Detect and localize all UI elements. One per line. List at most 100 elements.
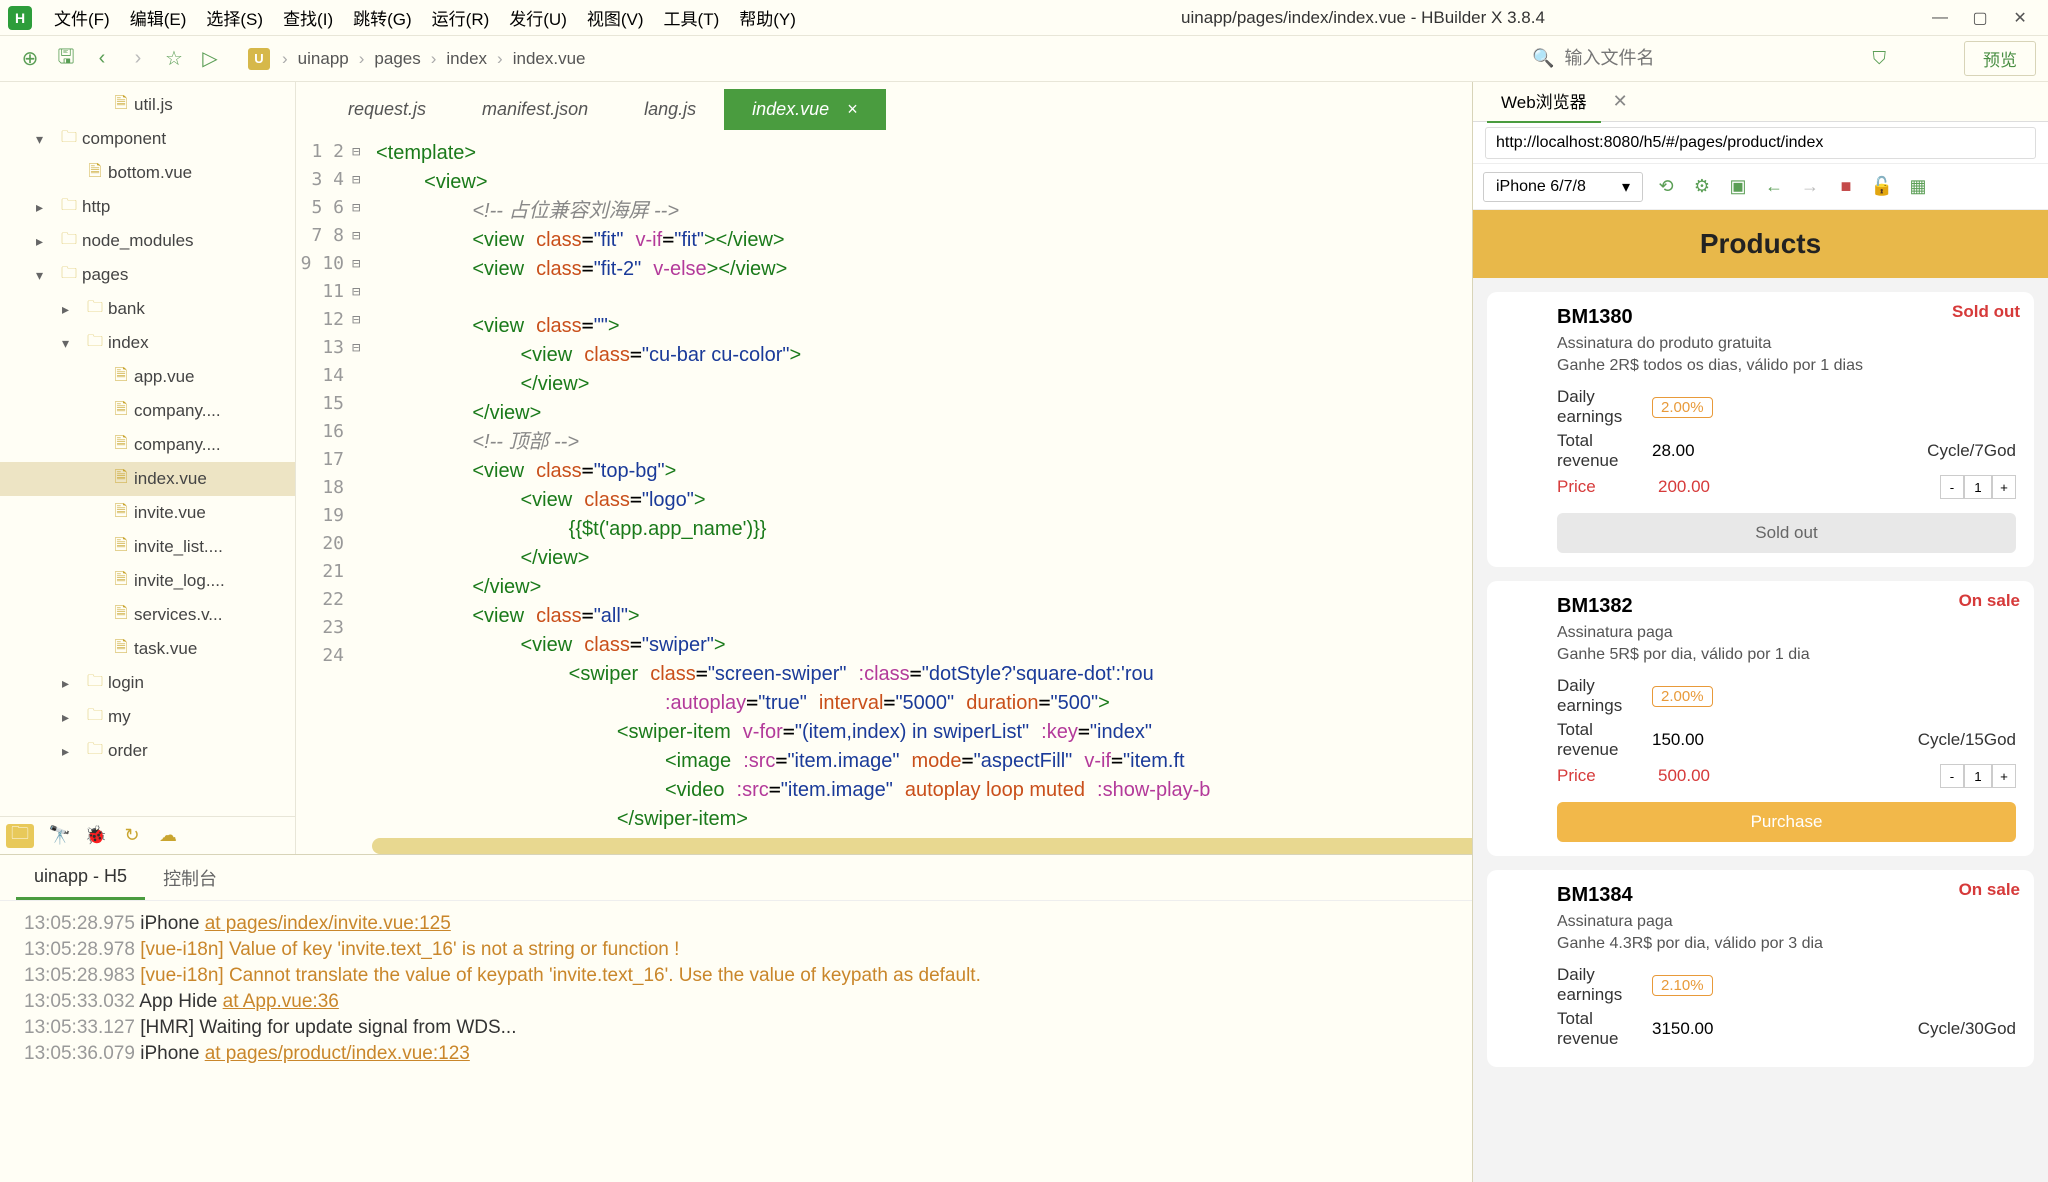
file-item[interactable]: 🗎app.vue xyxy=(0,360,295,394)
menu-help[interactable]: 帮助(Y) xyxy=(729,5,806,30)
tree-arrow-icon[interactable] xyxy=(36,233,56,250)
folder-icon: 🗀 xyxy=(56,262,82,289)
file-item[interactable]: 🗎invite.vue xyxy=(0,496,295,530)
menu-tools[interactable]: 工具(T) xyxy=(654,5,730,30)
menu-run[interactable]: 运行(R) xyxy=(422,5,500,30)
tab-manifest[interactable]: manifest.json xyxy=(454,89,616,130)
breadcrumb-item[interactable]: uinapp xyxy=(294,49,353,69)
qty-stepper[interactable]: -+ xyxy=(1940,475,2016,499)
folder-item[interactable]: 🗀my xyxy=(0,700,295,734)
breadcrumb-item[interactable]: index.vue xyxy=(509,49,590,69)
filter-icon[interactable]: ⛉ xyxy=(1873,48,1887,69)
product-badge: On sale xyxy=(1959,880,2020,900)
tree-arrow-icon[interactable] xyxy=(62,709,82,726)
chevron-down-icon: ▾ xyxy=(1622,177,1630,197)
file-item[interactable]: 🗎util.js xyxy=(0,88,295,122)
tree-arrow-icon[interactable] xyxy=(62,301,82,318)
save-icon[interactable]: 🖫 xyxy=(48,41,84,77)
preview-back-icon[interactable]: ← xyxy=(1761,176,1787,197)
tree-arrow-icon[interactable] xyxy=(62,743,82,760)
tree-arrow-icon[interactable] xyxy=(62,675,82,692)
product-action-button[interactable]: Sold out xyxy=(1557,513,2016,553)
menu-select[interactable]: 选择(S) xyxy=(196,5,273,30)
preview-tab-close-icon[interactable]: ✕ xyxy=(1613,91,1628,112)
qty-input[interactable] xyxy=(1964,475,1992,499)
maximize-button[interactable]: ▢ xyxy=(1960,8,2000,28)
new-file-icon[interactable]: ⊕ xyxy=(12,41,48,77)
qty-minus-button[interactable]: - xyxy=(1940,764,1964,788)
menu-edit[interactable]: 编辑(E) xyxy=(120,5,197,30)
fold-column[interactable]: ⊟ ⊟ ⊟ ⊟ ⊟ ⊟ ⊟ ⊟ xyxy=(352,130,372,838)
folder-item[interactable]: 🗀bank xyxy=(0,292,295,326)
file-item[interactable]: 🗎invite_list.... xyxy=(0,530,295,564)
qty-input[interactable] xyxy=(1964,764,1992,788)
lock-icon[interactable]: 🔓 xyxy=(1869,176,1895,197)
folder-item[interactable]: 🗀component xyxy=(0,122,295,156)
menu-view[interactable]: 视图(V) xyxy=(577,5,654,30)
qty-plus-button[interactable]: + xyxy=(1992,475,2016,499)
preview-tab-label[interactable]: Web浏览器 xyxy=(1487,80,1601,123)
menu-find[interactable]: 查找(I) xyxy=(273,5,343,30)
folder-item[interactable]: 🗀pages xyxy=(0,258,295,292)
refresh-icon[interactable]: ↻ xyxy=(114,825,150,846)
menu-goto[interactable]: 跳转(G) xyxy=(343,5,422,30)
tab-request[interactable]: request.js xyxy=(320,89,454,130)
tree-arrow-icon[interactable] xyxy=(62,335,82,352)
close-button[interactable]: ✕ xyxy=(2000,8,2040,28)
folder-item[interactable]: 🗀order xyxy=(0,734,295,768)
tab-index[interactable]: index.vue× xyxy=(724,89,886,130)
preview-button[interactable]: 预览 xyxy=(1964,41,2036,76)
explorer-icon[interactable]: 🗀 xyxy=(6,824,34,848)
device-select[interactable]: iPhone 6/7/8▾ xyxy=(1483,172,1643,202)
file-item[interactable]: 🗎company.... xyxy=(0,394,295,428)
product-name: BM1380 xyxy=(1557,306,2016,329)
qty-stepper[interactable]: -+ xyxy=(1940,764,2016,788)
preview-stop-icon[interactable]: ■ xyxy=(1833,176,1859,197)
forward-icon[interactable]: › xyxy=(120,41,156,77)
minimize-button[interactable]: — xyxy=(1920,9,1960,27)
tree-arrow-icon[interactable] xyxy=(36,131,56,148)
file-item[interactable]: 🗎services.v... xyxy=(0,598,295,632)
screenshot-icon[interactable]: ▣ xyxy=(1725,176,1751,197)
grid-icon[interactable]: ▦ xyxy=(1905,176,1931,197)
search-input[interactable] xyxy=(1565,48,1865,69)
binoculars-icon[interactable]: 🔭 xyxy=(42,825,78,846)
debug-icon[interactable]: 🐞 xyxy=(78,825,114,846)
product-pct: 2.00% xyxy=(1652,397,1713,418)
file-item[interactable]: 🗎task.vue xyxy=(0,632,295,666)
tree-arrow-icon[interactable] xyxy=(36,199,56,216)
search-icon[interactable]: 🔍 xyxy=(1532,48,1554,69)
tree-arrow-icon[interactable] xyxy=(36,267,56,284)
run-icon[interactable]: ▷ xyxy=(192,41,228,77)
console-tab-app[interactable]: uinapp - H5 xyxy=(16,856,145,900)
rotate-icon[interactable]: ⟲ xyxy=(1653,176,1679,197)
file-item[interactable]: 🗎invite_log.... xyxy=(0,564,295,598)
file-item[interactable]: 🗎bottom.vue xyxy=(0,156,295,190)
file-icon: 🗎 xyxy=(108,602,134,629)
close-tab-icon[interactable]: × xyxy=(847,99,858,119)
qty-minus-button[interactable]: - xyxy=(1940,475,1964,499)
console-tab-general[interactable]: 控制台 xyxy=(145,855,235,901)
gear-icon[interactable]: ⚙ xyxy=(1689,176,1715,197)
preview-forward-icon[interactable]: → xyxy=(1797,176,1823,197)
tab-lang[interactable]: lang.js xyxy=(616,89,724,130)
file-item[interactable]: 🗎index.vue xyxy=(0,462,295,496)
folder-item[interactable]: 🗀login xyxy=(0,666,295,700)
product-action-button[interactable]: Purchase xyxy=(1557,802,2016,842)
folder-item[interactable]: 🗀index xyxy=(0,326,295,360)
preview-url-input[interactable] xyxy=(1485,127,2036,159)
breadcrumb-item[interactable]: index xyxy=(442,49,491,69)
phone-viewport[interactable]: Products Sold out BM1380 Assinatura do p… xyxy=(1473,210,2048,1182)
folder-item[interactable]: 🗀http xyxy=(0,190,295,224)
menu-publish[interactable]: 发行(U) xyxy=(499,5,577,30)
tree-item-label: index.vue xyxy=(134,469,207,489)
qty-plus-button[interactable]: + xyxy=(1992,764,2016,788)
star-icon[interactable]: ☆ xyxy=(156,41,192,77)
folder-item[interactable]: 🗀node_modules xyxy=(0,224,295,258)
breadcrumb-item[interactable]: pages xyxy=(370,49,424,69)
menu-file[interactable]: 文件(F) xyxy=(44,5,120,30)
back-icon[interactable]: ‹ xyxy=(84,41,120,77)
menu-bar: H 文件(F) 编辑(E) 选择(S) 查找(I) 跳转(G) 运行(R) 发行… xyxy=(0,0,2048,36)
file-item[interactable]: 🗎company.... xyxy=(0,428,295,462)
cloud-icon[interactable]: ☁ xyxy=(150,825,186,846)
